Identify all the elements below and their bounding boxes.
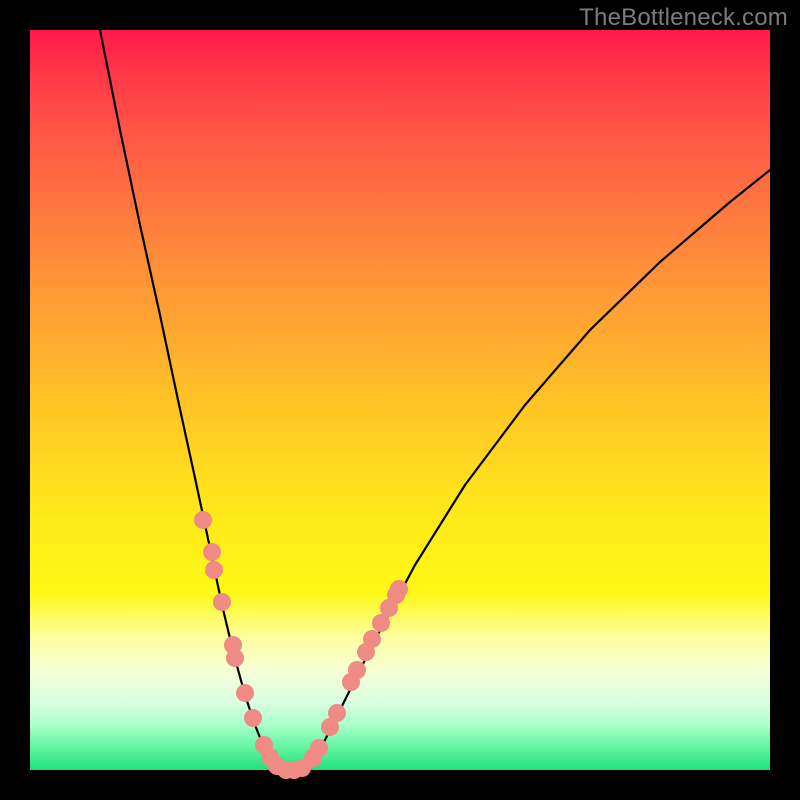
data-point <box>236 684 254 702</box>
marker-group <box>194 511 408 779</box>
data-point <box>310 739 328 757</box>
data-point <box>363 630 381 648</box>
data-point <box>244 709 262 727</box>
data-point <box>348 661 366 679</box>
data-point <box>194 511 212 529</box>
curve-curve-right <box>304 170 770 768</box>
data-point <box>390 580 408 598</box>
plot-area <box>30 30 770 770</box>
data-point <box>213 593 231 611</box>
curve-group <box>100 30 770 770</box>
data-point <box>205 561 223 579</box>
watermark-text: TheBottleneck.com <box>579 4 788 32</box>
data-point <box>203 543 221 561</box>
curve-curve-left <box>100 30 280 768</box>
chart-svg <box>30 30 770 770</box>
chart-frame: TheBottleneck.com <box>0 0 800 800</box>
data-point <box>226 649 244 667</box>
data-point <box>328 704 346 722</box>
